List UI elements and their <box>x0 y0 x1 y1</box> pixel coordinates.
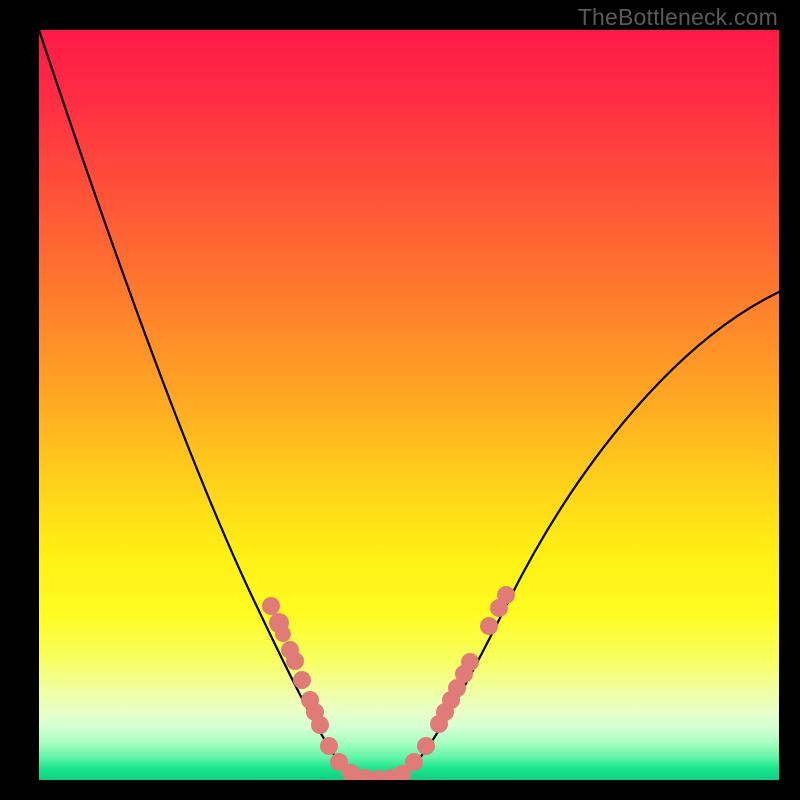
curve-segment <box>375 292 779 780</box>
data-marker <box>405 753 423 771</box>
chart-frame: TheBottleneck.com <box>0 0 800 800</box>
data-marker <box>480 617 498 635</box>
bottleneck-curve <box>39 30 779 780</box>
watermark-text: TheBottleneck.com <box>578 4 778 31</box>
data-marker <box>275 626 291 642</box>
data-marker <box>293 671 311 689</box>
plot-area <box>39 30 779 780</box>
data-marker <box>262 597 280 615</box>
data-marker <box>417 737 435 755</box>
curve-segment <box>39 30 375 780</box>
data-marker <box>497 586 515 604</box>
data-marker <box>461 653 479 671</box>
data-marker <box>320 737 338 755</box>
data-marker <box>286 652 304 670</box>
data-marker <box>311 716 329 734</box>
